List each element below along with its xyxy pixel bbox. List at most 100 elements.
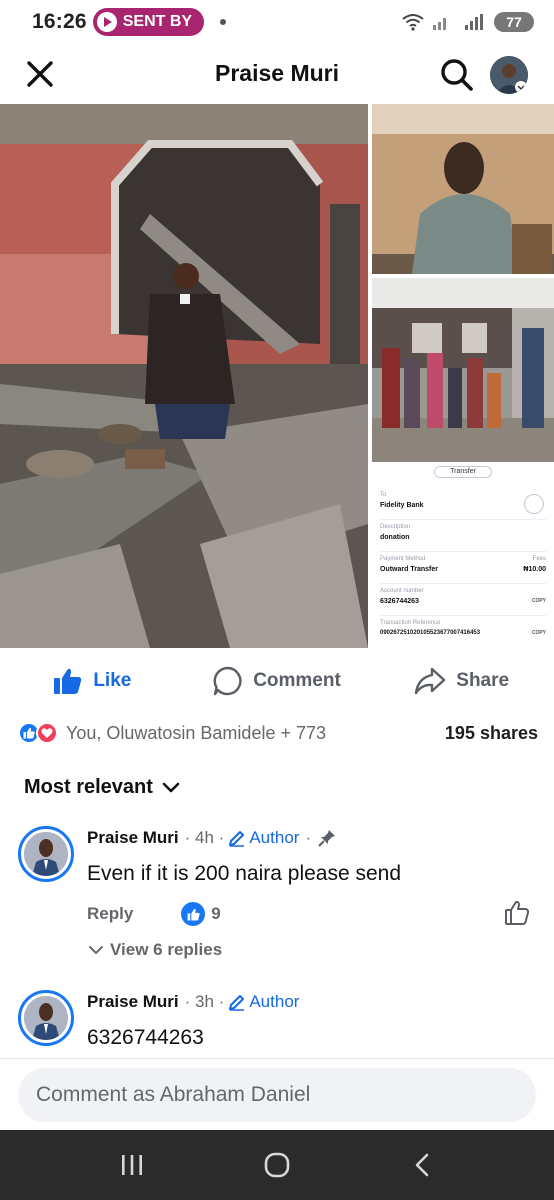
bank-logo-icon xyxy=(524,494,544,514)
comment-like-number: 9 xyxy=(211,904,221,923)
crowd-ruins-image xyxy=(372,278,554,462)
pin-icon xyxy=(318,830,336,847)
recent-apps-icon xyxy=(122,1155,143,1175)
recent-apps-button[interactable] xyxy=(107,1140,157,1190)
system-nav-bar xyxy=(0,1130,554,1200)
reactors-text: You, Oluwatosin Bamidele + 773 xyxy=(66,722,327,743)
thumbs-up-outline-icon[interactable] xyxy=(504,900,530,926)
status-icons: 77 xyxy=(402,12,534,32)
signal-icon xyxy=(433,18,446,30)
comment-header: Praise Muri · 4h · Author · xyxy=(87,828,337,848)
comment-label: Comment xyxy=(253,670,341,691)
battery-icon: 77 xyxy=(494,12,534,32)
receipt-row-description: Description donation xyxy=(380,522,546,552)
like-label: Like xyxy=(93,670,132,691)
receipt-transfer-pill: Transfer xyxy=(434,466,492,478)
back-button[interactable] xyxy=(397,1140,447,1190)
reactions-summary[interactable]: You, Oluwatosin Bamidele + 773 195 share… xyxy=(18,718,538,748)
avatar-photo-icon xyxy=(24,996,68,1040)
receipt-account-label: Account number xyxy=(380,588,424,594)
author-badge: Author xyxy=(228,992,299,1012)
receipt-row-account: Account number 6326744263 COPY xyxy=(380,586,546,616)
commenter-name[interactable]: Praise Muri xyxy=(87,992,179,1012)
love-reaction-icon xyxy=(36,722,58,744)
copy-account-button[interactable]: COPY xyxy=(532,598,546,604)
thumbs-up-filled-icon xyxy=(54,668,82,694)
comment-input[interactable] xyxy=(18,1068,536,1122)
avatar-photo-icon xyxy=(24,832,68,876)
signal-icon-2 xyxy=(465,14,483,30)
pencil-icon xyxy=(229,831,245,847)
reply-button[interactable]: Reply xyxy=(87,904,133,924)
comment-actions: Reply 9 xyxy=(87,902,221,926)
profile-avatar[interactable] xyxy=(490,56,528,94)
notification-dot xyxy=(220,19,227,25)
sent-by-label: SENT BY xyxy=(122,13,193,30)
share-label: Share xyxy=(456,670,510,691)
comment-time: · 4h · xyxy=(184,828,225,847)
receipt-method-value: Outward Transfer xyxy=(380,566,438,573)
elderly-man-image xyxy=(372,104,554,274)
author-badge-label: Author xyxy=(249,828,300,847)
chevron-down-icon xyxy=(162,782,180,792)
commenter-name[interactable]: Praise Muri xyxy=(87,828,179,848)
receipt-fees-value: ₦10.00 xyxy=(523,566,546,573)
home-button[interactable] xyxy=(252,1140,302,1190)
status-bar: 16:26 SENT BY 77 xyxy=(0,0,554,44)
photo-grid[interactable]: Transfer To Fidelity Bank Description do… xyxy=(0,104,554,648)
receipt-method-label: Payment Method xyxy=(380,556,426,562)
main-photo-burnt-church[interactable] xyxy=(0,104,368,648)
sort-label: Most relevant xyxy=(24,776,153,798)
comment-item: Praise Muri · 3h · Author 6326744263 xyxy=(18,990,538,1060)
chevron-down-icon xyxy=(89,946,103,955)
commenter-avatar[interactable] xyxy=(18,826,74,882)
comment-bubble-icon xyxy=(213,666,242,696)
receipt-to-label: To xyxy=(380,492,387,498)
status-time: 16:26 xyxy=(32,10,87,33)
share-button[interactable]: Share xyxy=(369,656,554,706)
comment-item: Praise Muri · 4h · Author · Even if it i… xyxy=(18,826,538,966)
comment-text: 6326744263 xyxy=(87,1026,204,1049)
receipt-description-label: Description xyxy=(380,524,411,530)
commenter-avatar[interactable] xyxy=(18,990,74,1046)
receipt-to-value: Fidelity Bank xyxy=(380,502,424,509)
receipt-row-reference: Transaction Reference 090267251020105523… xyxy=(380,618,546,648)
photo-elderly-man[interactable] xyxy=(372,104,554,274)
receipt-reference-value: 090267251020105523677007416453 xyxy=(380,630,481,636)
comment-button[interactable]: Comment xyxy=(185,656,370,706)
author-badge: Author xyxy=(228,828,299,848)
dot-separator: · xyxy=(305,828,312,847)
reaction-icons xyxy=(18,722,58,744)
comment-header: Praise Muri · 3h · Author xyxy=(87,992,299,1012)
comment-like-count[interactable]: 9 xyxy=(181,902,221,926)
receipt-fees-label: Fees xyxy=(532,556,546,562)
profile-photo-icon xyxy=(490,56,528,94)
transfer-receipt[interactable]: Transfer To Fidelity Bank Description do… xyxy=(372,466,554,648)
burnt-church-image xyxy=(0,104,368,648)
receipt-row-method: Payment Method Outward Transfer Fees ₦10… xyxy=(380,554,546,584)
comment-composer xyxy=(0,1058,554,1130)
comment-sort-dropdown[interactable]: Most relevant xyxy=(24,776,181,799)
play-icon xyxy=(96,12,117,32)
view-replies-label: View 6 replies xyxy=(110,940,223,959)
shares-count[interactable]: 195 shares xyxy=(445,723,538,744)
receipt-row-to: To Fidelity Bank xyxy=(380,490,546,520)
copy-reference-button[interactable]: COPY xyxy=(532,630,546,636)
pencil-icon xyxy=(229,995,245,1011)
post-header: Praise Muri xyxy=(0,48,554,100)
post-action-bar: Like Comment Share xyxy=(0,656,554,706)
receipt-description-value: donation xyxy=(380,534,410,541)
search-icon[interactable] xyxy=(438,56,474,92)
view-replies-link[interactable]: View 6 replies xyxy=(88,940,222,960)
receipt-account-value: 6326744263 xyxy=(380,598,419,605)
comment-time: · 3h · xyxy=(184,992,225,1011)
home-circle-icon xyxy=(264,1152,290,1178)
like-reaction-icon xyxy=(181,902,206,926)
share-arrow-icon xyxy=(415,667,446,695)
wifi-icon xyxy=(402,14,424,31)
comment-text: Even if it is 200 naira please send xyxy=(87,862,402,885)
author-badge-label: Author xyxy=(249,992,300,1011)
like-button[interactable]: Like xyxy=(0,656,185,706)
sent-by-pill[interactable]: SENT BY xyxy=(92,8,205,36)
photo-crowd-ruins[interactable] xyxy=(372,278,554,462)
